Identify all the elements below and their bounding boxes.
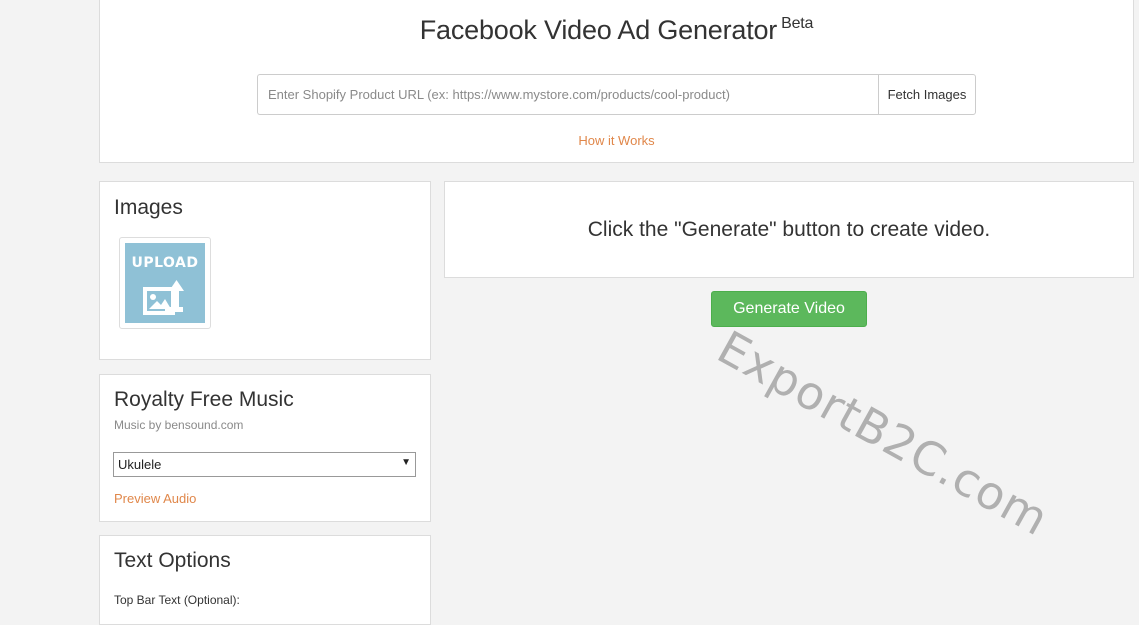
- text-options-heading: Text Options: [114, 549, 231, 572]
- header-panel: Facebook Video Ad GeneratorBeta Fetch Im…: [99, 0, 1134, 163]
- caret-down-icon: ▼: [401, 457, 411, 468]
- music-panel: Royalty Free Music Music by bensound.com…: [99, 374, 431, 522]
- images-panel: Images UPLOAD: [99, 181, 431, 360]
- generate-video-button[interactable]: Generate Video: [711, 291, 867, 327]
- beta-badge: Beta: [781, 15, 814, 32]
- top-bar-text-label: Top Bar Text (Optional):: [114, 593, 240, 607]
- preview-audio-link[interactable]: Preview Audio: [114, 491, 196, 506]
- page-title-text: Facebook Video Ad Generator: [419, 15, 778, 45]
- upload-label: UPLOAD: [131, 255, 199, 271]
- product-url-input[interactable]: [257, 74, 878, 115]
- image-upload-icon: [143, 280, 184, 315]
- watermark: ExportB2C.com: [708, 320, 1059, 547]
- page-title: Facebook Video Ad Generator Beta: [100, 15, 1133, 46]
- video-placeholder-message: Click the "Generate" button to create vi…: [587, 218, 991, 241]
- url-input-group: Fetch Images: [257, 74, 976, 115]
- music-credit: Music by bensound.com: [114, 418, 244, 432]
- images-heading: Images: [114, 196, 183, 219]
- upload-tile-face: UPLOAD: [125, 243, 205, 323]
- music-select[interactable]: Ukulele ▼: [113, 452, 416, 477]
- fetch-images-button[interactable]: Fetch Images: [878, 74, 976, 115]
- upload-image-button[interactable]: UPLOAD: [119, 237, 211, 329]
- text-options-panel: Text Options Top Bar Text (Optional):: [99, 535, 431, 625]
- music-select-value: Ukulele: [118, 457, 162, 472]
- how-it-works-link[interactable]: How it Works: [100, 133, 1133, 148]
- video-preview-panel: Click the "Generate" button to create vi…: [444, 181, 1134, 278]
- music-heading: Royalty Free Music: [114, 388, 294, 411]
